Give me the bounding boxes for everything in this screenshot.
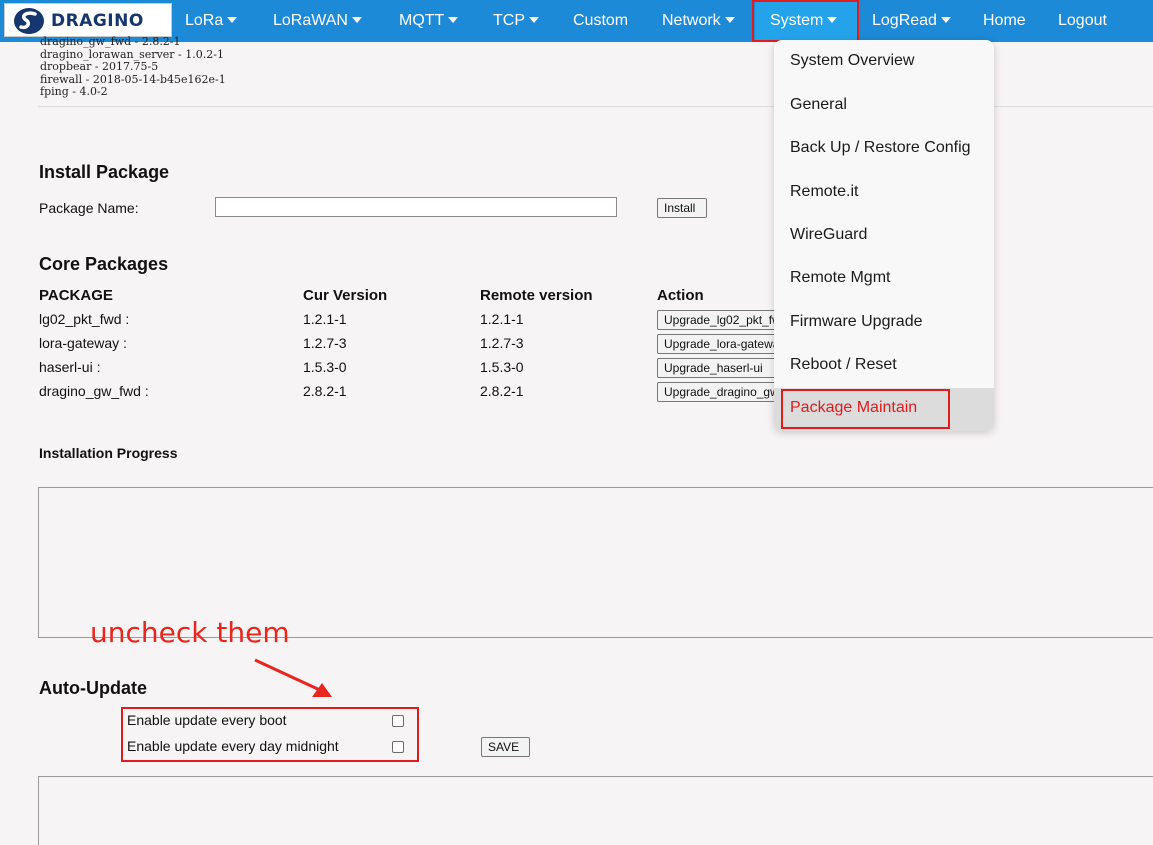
- installed-package-list: dragino_gw_fwd - 2.8.2-1 dragino_lorawan…: [40, 35, 226, 99]
- auto-update-title: Auto-Update: [39, 678, 147, 698]
- remote-version: 2.8.2-1: [480, 383, 524, 399]
- menu-item-remote-mgmt[interactable]: Remote Mgmt: [790, 269, 890, 287]
- system-highlight-box: [752, 0, 859, 42]
- caret-down-icon: [529, 16, 539, 23]
- system-dropdown-menu: System Overview General Back Up / Restor…: [774, 40, 994, 431]
- annotation-arrow-icon: [254, 658, 332, 697]
- upgrade-button[interactable]: Upgrade_lg02_pkt_fwd: [657, 310, 782, 330]
- dragino-s-logo-icon: [14, 8, 44, 34]
- nav-custom[interactable]: Custom: [573, 0, 628, 42]
- update-every-midnight-checkbox[interactable]: [392, 741, 404, 753]
- nav-lorawan[interactable]: LoRaWAN: [273, 0, 362, 42]
- cur-version: 1.5.3-0: [303, 359, 347, 375]
- menu-item-wireguard[interactable]: WireGuard: [790, 226, 867, 244]
- list-item: fping - 4.0-2: [40, 85, 108, 98]
- col-header-cur-version: Cur Version: [303, 287, 388, 304]
- menu-item-remote-it[interactable]: Remote.it: [790, 183, 858, 201]
- nav-tcp-label: TCP: [493, 12, 525, 29]
- package-maintain-highlight-box: [781, 389, 950, 429]
- cur-version: 1.2.1-1: [303, 311, 347, 327]
- install-button[interactable]: Install: [657, 198, 707, 218]
- brand-logo-text: DRAGINO: [51, 11, 144, 31]
- menu-item-system-overview[interactable]: System Overview: [790, 52, 914, 70]
- brand-logo[interactable]: DRAGINO: [4, 3, 172, 37]
- nav-custom-label: Custom: [573, 12, 629, 29]
- update-every-midnight-label: Enable update every day midnight: [127, 738, 339, 754]
- menu-item-firmware-upgrade[interactable]: Firmware Upgrade: [790, 313, 922, 331]
- list-item: dragino_gw_fwd - 2.8.2-1: [40, 35, 181, 48]
- package-name: lg02_pkt_fwd :: [39, 311, 130, 327]
- nav-network-label: Network: [662, 12, 721, 29]
- caret-down-icon: [227, 16, 238, 23]
- nav-mqtt[interactable]: MQTT: [399, 0, 459, 42]
- menu-item-reboot-reset[interactable]: Reboot / Reset: [790, 356, 897, 374]
- col-header-remote-version: Remote version: [480, 287, 593, 304]
- caret-down-icon: [940, 16, 951, 23]
- package-name-input[interactable]: [215, 197, 617, 217]
- nav-home[interactable]: Home: [983, 0, 1026, 42]
- remote-version: 1.5.3-0: [480, 359, 524, 375]
- menu-item-general[interactable]: General: [790, 96, 847, 114]
- col-header-package: PACKAGE: [39, 287, 113, 304]
- update-every-boot-label: Enable update every boot: [127, 712, 287, 728]
- remote-version: 1.2.7-3: [480, 335, 524, 351]
- annotation-text: uncheck them: [90, 616, 290, 649]
- save-button[interactable]: SAVE: [481, 737, 530, 757]
- update-every-boot-checkbox[interactable]: [392, 715, 404, 727]
- caret-down-icon: [448, 16, 459, 23]
- cur-version: 2.8.2-1: [303, 383, 347, 399]
- package-name: lora-gateway :: [39, 335, 127, 351]
- nav-logout-label: Logout: [1058, 12, 1107, 29]
- package-name-label: Package Name:: [39, 200, 139, 216]
- nav-logout[interactable]: Logout: [1058, 0, 1107, 42]
- nav-network[interactable]: Network: [662, 0, 735, 42]
- nav-mqtt-label: MQTT: [399, 12, 445, 29]
- nav-lorawan-label: LoRaWAN: [273, 12, 348, 29]
- package-name: dragino_gw_fwd :: [39, 383, 149, 399]
- core-packages-title: Core Packages: [39, 254, 169, 274]
- cur-version: 1.2.7-3: [303, 335, 347, 351]
- install-package-title: Install Package: [39, 162, 170, 182]
- remote-version: 1.2.1-1: [480, 311, 524, 327]
- auto-update-log: [38, 776, 1153, 845]
- caret-down-icon: [724, 16, 735, 23]
- menu-item-backup-restore[interactable]: Back Up / Restore Config: [790, 139, 971, 157]
- upgrade-button[interactable]: Upgrade_dragino_gw_fwd: [657, 382, 782, 402]
- nav-home-label: Home: [983, 12, 1026, 29]
- col-header-action: Action: [657, 287, 704, 304]
- upgrade-button[interactable]: Upgrade_haserl-ui: [657, 358, 782, 378]
- installation-progress-title: Installation Progress: [39, 445, 178, 461]
- caret-down-icon: [351, 16, 362, 23]
- nav-logread[interactable]: LogRead: [872, 0, 951, 42]
- package-name: haserl-ui :: [39, 359, 101, 375]
- nav-tcp[interactable]: TCP: [493, 0, 539, 42]
- nav-lora-label: LoRa: [185, 12, 224, 29]
- upgrade-button[interactable]: Upgrade_lora-gateway: [657, 334, 782, 354]
- list-item: dropbear - 2017.75-5: [40, 60, 159, 73]
- nav-logread-label: LogRead: [872, 12, 937, 29]
